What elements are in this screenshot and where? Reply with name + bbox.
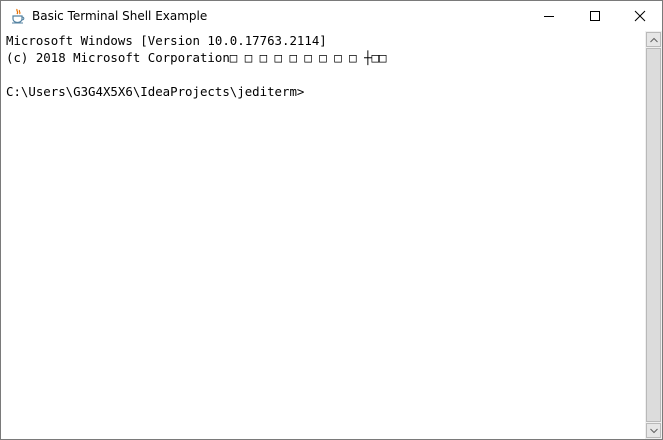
terminal-prompt: C:\Users\G3G4X5X6\IdeaProjects\jediterm> (6, 84, 305, 99)
minimize-button[interactable] (526, 1, 572, 31)
scroll-down-button[interactable] (646, 423, 661, 438)
maximize-icon (590, 11, 600, 21)
minimize-icon (544, 16, 554, 17)
arrow-down-icon (650, 428, 658, 434)
title-bar[interactable]: Basic Terminal Shell Example (1, 1, 662, 31)
scroll-up-button[interactable] (646, 32, 661, 47)
close-icon (634, 10, 646, 22)
close-button[interactable] (617, 1, 662, 31)
window-title: Basic Terminal Shell Example (32, 9, 208, 23)
terminal-line: Microsoft Windows [Version 10.0.17763.21… (6, 33, 327, 48)
vertical-scrollbar[interactable] (645, 31, 662, 439)
scrollbar-thumb[interactable] (646, 48, 661, 422)
java-coffee-cup-icon (10, 8, 26, 24)
terminal-line: (c) 2018 Microsoft Corporation□ □ □ □ □ … (6, 50, 387, 65)
arrow-up-icon (650, 37, 658, 43)
terminal-window: Basic Terminal Shell Example Microsoft W… (0, 0, 663, 440)
maximize-button[interactable] (572, 1, 618, 31)
terminal-panel[interactable]: Microsoft Windows [Version 10.0.17763.21… (1, 31, 645, 439)
